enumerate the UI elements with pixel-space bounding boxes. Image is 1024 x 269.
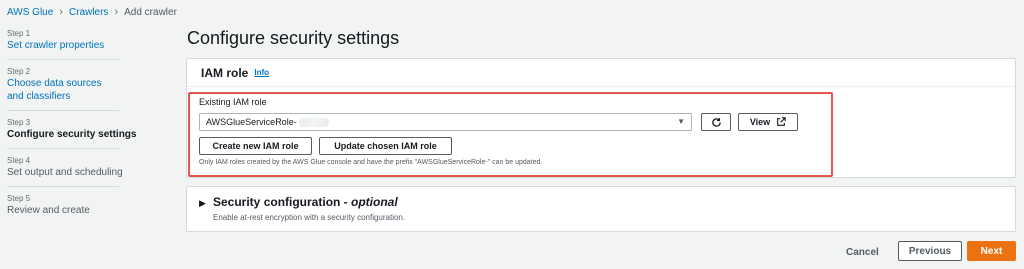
view-label: View <box>749 117 771 127</box>
selected-value: AWSGlueServiceRole- <box>206 117 297 127</box>
section-description: Enable at-rest encryption with a securit… <box>213 213 406 222</box>
field-label: Existing IAM role <box>199 97 267 107</box>
previous-button[interactable]: Previous <box>898 241 962 261</box>
step-number: Step 5 <box>7 194 31 203</box>
step-number: Step 3 <box>7 118 31 127</box>
update-iam-role-button[interactable]: Update chosen IAM role <box>319 137 452 155</box>
create-iam-role-button[interactable]: Create new IAM role <box>199 137 312 155</box>
caret-down-icon: ▼ <box>677 117 685 126</box>
panel-title: IAM role <box>201 65 249 80</box>
chevron-right-icon: › <box>114 6 119 18</box>
step-label-set-output: Set output and scheduling <box>7 167 123 178</box>
cancel-button[interactable]: Cancel <box>846 241 879 263</box>
chevron-right-icon: › <box>59 6 63 18</box>
redacted-text <box>298 117 329 127</box>
section-title: Security configuration - <box>213 195 352 209</box>
breadcrumb-current: Add crawler <box>124 6 177 18</box>
panel-header: IAM role Info <box>187 59 1015 87</box>
divider <box>7 59 119 60</box>
breadcrumb: AWS Glue › Crawlers › Add crawler <box>7 6 177 18</box>
step-label-review-create: Review and create <box>7 205 90 216</box>
refresh-icon <box>711 117 721 127</box>
step-number: Step 1 <box>7 29 31 38</box>
view-button[interactable]: View <box>738 113 798 131</box>
breadcrumb-aws-glue[interactable]: AWS Glue <box>7 7 53 18</box>
step-link-choose-data-sources[interactable]: Choose data sources and classifiers <box>7 77 119 103</box>
divider <box>7 110 119 111</box>
refresh-button[interactable] <box>701 113 731 131</box>
step-1: Step 1 Set crawler properties <box>7 28 167 52</box>
iam-role-select[interactable]: AWSGlueServiceRole- ▼ <box>199 113 692 131</box>
caret-right-icon[interactable]: ▶ <box>199 198 206 209</box>
step-3: Step 3 Configure security settings <box>7 117 167 141</box>
step-4: Step 4 Set output and scheduling <box>7 155 167 179</box>
step-number: Step 2 <box>7 67 31 76</box>
step-number: Step 4 <box>7 156 31 165</box>
optional-label: optional <box>351 195 398 209</box>
step-5: Step 5 Review and create <box>7 193 167 217</box>
page-title: Configure security settings <box>187 28 400 48</box>
wizard-steps: Step 1 Set crawler properties Step 2 Cho… <box>7 28 167 217</box>
breadcrumb-crawlers[interactable]: Crawlers <box>69 7 108 18</box>
step-current-configure-security: Configure security settings <box>7 129 137 140</box>
security-configuration-toggle[interactable]: Security configuration - optional <box>213 195 398 209</box>
step-link-set-crawler-properties[interactable]: Set crawler properties <box>7 39 167 52</box>
iam-role-panel: IAM role Info Existing IAM role AWSGlueS… <box>186 58 1016 178</box>
info-link[interactable]: Info <box>254 68 269 77</box>
next-button[interactable]: Next <box>967 241 1016 261</box>
security-configuration-panel[interactable]: ▶ Security configuration - optional Enab… <box>186 186 1016 232</box>
external-link-icon <box>777 117 786 126</box>
step-2: Step 2 Choose data sources and classifie… <box>7 66 167 103</box>
divider <box>7 148 119 149</box>
help-text: Only IAM roles created by the AWS Glue c… <box>199 159 543 166</box>
divider <box>7 186 119 187</box>
